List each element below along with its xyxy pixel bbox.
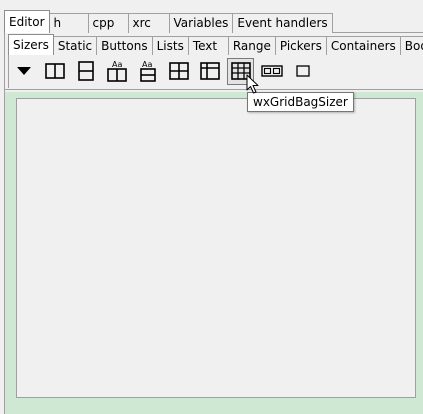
tab-variables[interactable]: Variables bbox=[168, 13, 234, 33]
tooltip: wxGridBagSizer bbox=[247, 92, 354, 112]
title-strip bbox=[0, 0, 423, 8]
sizer-toolbar: Aa Aa bbox=[10, 56, 320, 86]
tab-cpp[interactable]: cpp bbox=[87, 13, 129, 33]
spacer-icon[interactable] bbox=[289, 58, 316, 85]
tab-xrc[interactable]: xrc bbox=[127, 13, 170, 33]
design-panel[interactable] bbox=[16, 98, 416, 398]
grid-sizer-icon[interactable] bbox=[165, 58, 192, 85]
vertical-static-box-sizer-icon[interactable]: Aa bbox=[134, 58, 161, 85]
dropdown-arrow-icon[interactable] bbox=[10, 58, 37, 85]
toolbar-divider bbox=[4, 89, 423, 90]
tab-containers[interactable]: Containers bbox=[325, 36, 401, 55]
flex-grid-sizer-icon[interactable] bbox=[196, 58, 223, 85]
palette-tab-bar: Sizers Static Buttons Lists Text Range P… bbox=[8, 34, 423, 55]
main-tab-bar: Editor h cpp xrc Variables Event handler… bbox=[4, 9, 333, 33]
horizontal-box-sizer-icon[interactable] bbox=[41, 58, 68, 85]
tab-pickers[interactable]: Pickers bbox=[274, 36, 327, 55]
tab-buttons[interactable]: Buttons bbox=[96, 36, 153, 55]
horizontal-static-box-sizer-icon[interactable]: Aa bbox=[103, 58, 130, 85]
tab-range[interactable]: Range bbox=[227, 36, 276, 55]
tab-static[interactable]: Static bbox=[52, 36, 98, 55]
tab-sizers[interactable]: Sizers bbox=[8, 34, 54, 55]
static-box-label: Aa bbox=[142, 60, 152, 69]
mouse-pointer-icon bbox=[246, 74, 260, 97]
tab-event-handlers[interactable]: Event handlers bbox=[232, 13, 333, 33]
tab-lists[interactable]: Lists bbox=[151, 36, 189, 55]
static-box-label: Aa bbox=[112, 60, 122, 69]
tab-editor[interactable]: Editor bbox=[4, 10, 50, 33]
tab-boo[interactable]: Boo bbox=[399, 36, 423, 55]
std-dialog-button-sizer-icon[interactable] bbox=[258, 58, 285, 85]
tab-h[interactable]: h bbox=[48, 13, 89, 33]
tab-text[interactable]: Text bbox=[187, 36, 229, 55]
vertical-box-sizer-icon[interactable] bbox=[72, 58, 99, 85]
